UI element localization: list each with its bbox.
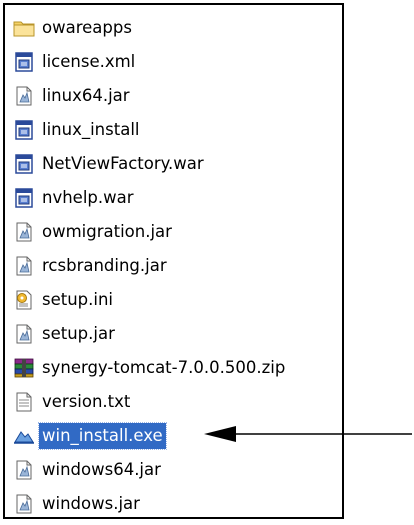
file-item-linux64-jar[interactable]: linux64.jar	[13, 79, 288, 113]
installer-file-icon	[13, 119, 35, 141]
exe-file-icon	[13, 425, 35, 447]
file-item-version-txt[interactable]: version.txt	[13, 385, 288, 419]
jar-file-icon	[13, 255, 35, 277]
file-name: rcsbranding.jar	[42, 256, 167, 275]
file-item-rcsbranding-jar[interactable]: rcsbranding.jar	[13, 249, 288, 283]
file-item-synergy-tomcat-zip[interactable]: synergy-tomcat-7.0.0.500.zip	[13, 351, 288, 385]
war-file-icon	[13, 187, 35, 209]
jar-file-icon	[13, 221, 35, 243]
file-name: windows.jar	[42, 494, 140, 513]
file-name: setup.ini	[42, 290, 114, 309]
jar-file-icon	[13, 85, 35, 107]
file-item-setup-jar[interactable]: setup.jar	[13, 317, 288, 351]
file-name: owmigration.jar	[42, 222, 172, 241]
jar-file-icon	[13, 493, 35, 515]
file-item-netviewfactory-war[interactable]: NetViewFactory.war	[13, 147, 288, 181]
file-name: NetViewFactory.war	[42, 154, 204, 173]
file-item-windows64-jar[interactable]: windows64.jar	[13, 453, 288, 487]
callout-arrow-icon	[204, 426, 412, 442]
file-item-windows-jar[interactable]: windows.jar	[13, 487, 288, 521]
file-item-nvhelp-war[interactable]: nvhelp.war	[13, 181, 288, 215]
file-name: nvhelp.war	[42, 188, 134, 207]
jar-file-icon	[13, 323, 35, 345]
file-item-setup-ini[interactable]: setup.ini	[13, 283, 288, 317]
jar-file-icon	[13, 459, 35, 481]
file-name: setup.jar	[42, 324, 115, 343]
file-name: owareapps	[42, 18, 132, 37]
file-item-owmigration-jar[interactable]: owmigration.jar	[13, 215, 288, 249]
file-item-license-xml[interactable]: license.xml	[13, 45, 288, 79]
file-item-linux-install[interactable]: linux_install	[13, 113, 288, 147]
file-name: license.xml	[42, 52, 136, 71]
file-name: synergy-tomcat-7.0.0.500.zip	[42, 358, 286, 377]
file-name: win_install.exe	[38, 422, 167, 450]
folder-icon	[13, 17, 35, 39]
text-file-icon	[13, 391, 35, 413]
file-name: linux_install	[42, 120, 140, 139]
xml-file-icon	[13, 51, 35, 73]
ini-file-icon	[13, 289, 35, 311]
file-name: version.txt	[42, 392, 131, 411]
war-file-icon	[13, 153, 35, 175]
zip-archive-icon	[13, 357, 35, 379]
file-item-owareapps[interactable]: owareapps	[13, 11, 288, 45]
file-name: windows64.jar	[42, 460, 161, 479]
file-name: linux64.jar	[42, 86, 130, 105]
